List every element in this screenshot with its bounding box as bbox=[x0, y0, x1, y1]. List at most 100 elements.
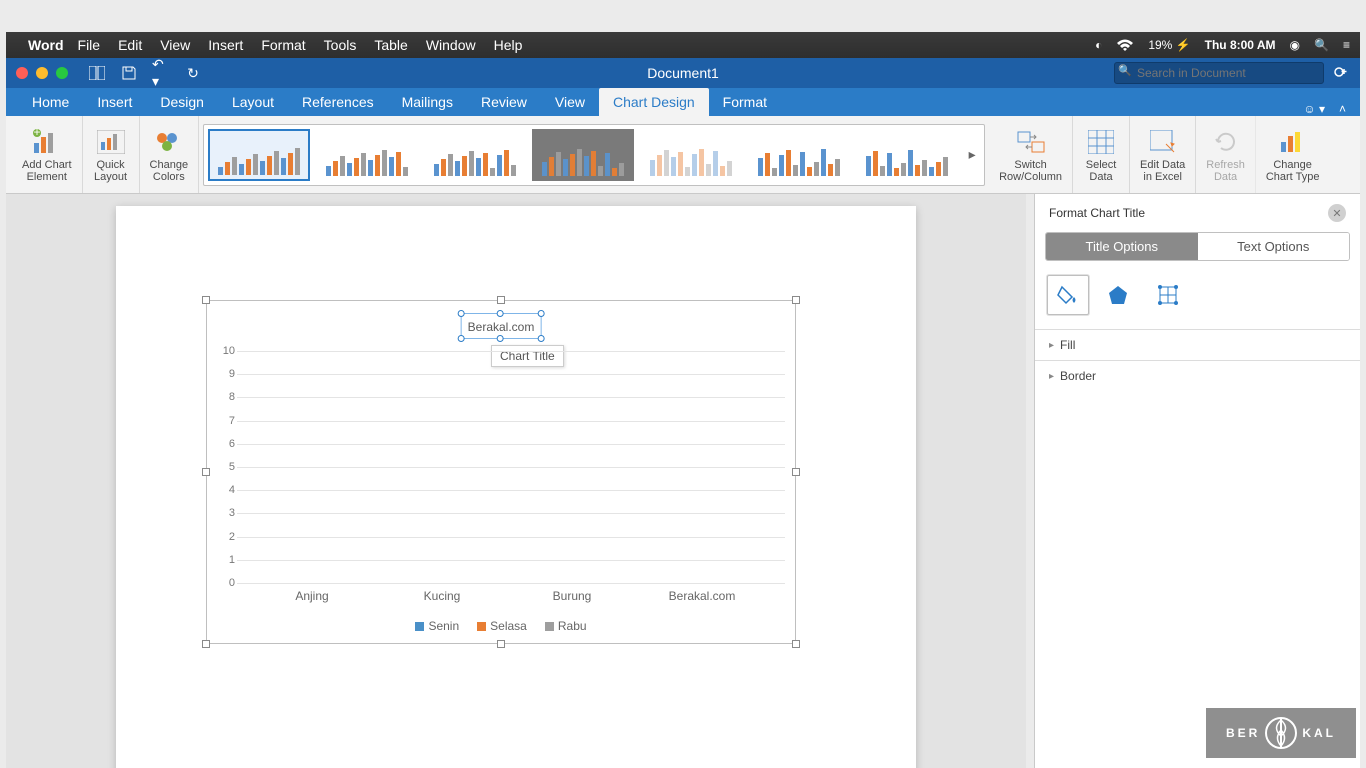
chart-style-thumb[interactable] bbox=[532, 129, 634, 181]
resize-handle-icon[interactable] bbox=[792, 640, 800, 648]
resize-handle-icon[interactable] bbox=[497, 640, 505, 648]
resize-handle-icon[interactable] bbox=[202, 468, 210, 476]
ribbon: + Add Chart Element Quick Layout Change … bbox=[6, 116, 1360, 194]
chart-style-thumb[interactable] bbox=[856, 129, 958, 181]
fill-line-icon[interactable] bbox=[1047, 275, 1089, 315]
tab-text-options[interactable]: Text Options bbox=[1198, 233, 1350, 260]
x-axis-label: Burung bbox=[517, 589, 627, 603]
effects-icon[interactable] bbox=[1097, 275, 1139, 315]
menu-help[interactable]: Help bbox=[494, 37, 523, 53]
tab-layout[interactable]: Layout bbox=[218, 88, 288, 116]
title-handle-icon[interactable] bbox=[537, 335, 544, 342]
title-handle-icon[interactable] bbox=[458, 310, 465, 317]
chart-style-thumb[interactable] bbox=[640, 129, 742, 181]
share-icon[interactable] bbox=[1330, 62, 1352, 84]
x-axis-label: Kucing bbox=[387, 589, 497, 603]
collapse-ribbon-icon[interactable]: ˄ bbox=[1339, 102, 1346, 116]
resize-handle-icon[interactable] bbox=[497, 296, 505, 304]
section-border[interactable]: Border bbox=[1035, 360, 1360, 391]
undo-icon[interactable]: ↶ ▾ bbox=[152, 64, 170, 82]
y-tick-label: 5 bbox=[229, 461, 235, 473]
size-properties-icon[interactable] bbox=[1147, 275, 1189, 315]
resize-handle-icon[interactable] bbox=[202, 296, 210, 304]
macos-menubar: Word File Edit View Insert Format Tools … bbox=[6, 32, 1360, 58]
change-colors-button[interactable]: Change Colors bbox=[140, 116, 200, 193]
y-axis: 012345678910 bbox=[215, 351, 235, 583]
tab-references[interactable]: References bbox=[288, 88, 388, 116]
tab-title-options[interactable]: Title Options bbox=[1046, 233, 1198, 260]
resize-handle-icon[interactable] bbox=[792, 468, 800, 476]
creative-cloud-icon[interactable]: ◐ bbox=[1095, 38, 1102, 52]
close-pane-icon[interactable]: ✕ bbox=[1328, 204, 1346, 222]
app-name[interactable]: Word bbox=[28, 37, 64, 53]
title-handle-icon[interactable] bbox=[537, 310, 544, 317]
title-handle-icon[interactable] bbox=[458, 335, 465, 342]
menu-edit[interactable]: Edit bbox=[118, 37, 142, 53]
notification-center-icon[interactable]: ≡ bbox=[1343, 38, 1350, 52]
title-handle-icon[interactable] bbox=[497, 310, 504, 317]
switch-row-column-button[interactable]: Switch Row/Column bbox=[989, 116, 1073, 193]
gridline bbox=[237, 583, 785, 584]
clock[interactable]: Thu 8:00 AM bbox=[1205, 38, 1276, 52]
resize-handle-icon[interactable] bbox=[202, 640, 210, 648]
minimize-window-button[interactable] bbox=[36, 67, 48, 79]
chart-style-thumb[interactable] bbox=[748, 129, 850, 181]
select-data-button[interactable]: Select Data bbox=[1073, 116, 1130, 193]
spotlight-icon[interactable]: 🔍 bbox=[1314, 38, 1329, 52]
save-icon[interactable] bbox=[120, 64, 138, 82]
tab-home[interactable]: Home bbox=[18, 88, 83, 116]
quick-layout-button[interactable]: Quick Layout bbox=[83, 116, 140, 193]
document-area[interactable]: Berakal.com Chart Title 012345678910 Anj… bbox=[6, 194, 1026, 768]
menu-table[interactable]: Table bbox=[374, 37, 407, 53]
tab-mailings[interactable]: Mailings bbox=[388, 88, 467, 116]
tab-insert[interactable]: Insert bbox=[83, 88, 146, 116]
chart-style-thumb[interactable] bbox=[424, 129, 526, 181]
menu-file[interactable]: File bbox=[78, 37, 101, 53]
y-tick-label: 8 bbox=[229, 391, 235, 403]
zoom-window-button[interactable] bbox=[56, 67, 68, 79]
legend-item[interactable]: Rabu bbox=[545, 619, 587, 633]
legend-item[interactable]: Senin bbox=[415, 619, 459, 633]
chart-title[interactable]: Berakal.com bbox=[461, 313, 542, 339]
menu-tools[interactable]: Tools bbox=[324, 37, 357, 53]
chart-plot-area[interactable]: 012345678910 AnjingKucingBurungBerakal.c… bbox=[237, 351, 785, 583]
chart-style-thumb[interactable] bbox=[316, 129, 418, 181]
menu-format[interactable]: Format bbox=[261, 37, 305, 53]
tab-format[interactable]: Format bbox=[709, 88, 781, 116]
menu-view[interactable]: View bbox=[160, 37, 190, 53]
add-chart-element-button[interactable]: + Add Chart Element bbox=[12, 116, 83, 193]
tab-design[interactable]: Design bbox=[146, 88, 218, 116]
wifi-icon[interactable] bbox=[1116, 39, 1134, 52]
chart-style-thumb[interactable] bbox=[208, 129, 310, 181]
y-tick-label: 0 bbox=[229, 577, 235, 589]
tab-chart-design[interactable]: Chart Design bbox=[599, 88, 709, 116]
change-chart-type-button[interactable]: Change Chart Type bbox=[1256, 116, 1330, 193]
battery-status: 19% ⚡ bbox=[1148, 38, 1190, 52]
tab-review[interactable]: Review bbox=[467, 88, 541, 116]
gridline bbox=[237, 397, 785, 398]
styles-more-icon[interactable]: ▸ bbox=[964, 146, 980, 163]
resize-handle-icon[interactable] bbox=[792, 296, 800, 304]
section-fill[interactable]: Fill bbox=[1035, 329, 1360, 360]
watermark: BER KAL bbox=[1206, 708, 1356, 758]
legend-item[interactable]: Selasa bbox=[477, 619, 527, 633]
y-tick-label: 9 bbox=[229, 368, 235, 380]
view-mode-icon[interactable] bbox=[88, 64, 106, 82]
search-input[interactable] bbox=[1114, 62, 1324, 84]
window-titlebar: ↶ ▾ ↻ Document1 bbox=[6, 58, 1360, 88]
menu-window[interactable]: Window bbox=[426, 37, 476, 53]
title-handle-icon[interactable] bbox=[497, 335, 504, 342]
menu-insert[interactable]: Insert bbox=[208, 37, 243, 53]
refresh-data-button[interactable]: Refresh Data bbox=[1196, 116, 1256, 193]
pane-title: Format Chart Title bbox=[1049, 206, 1145, 220]
chart-object[interactable]: Berakal.com Chart Title 012345678910 Anj… bbox=[206, 300, 796, 644]
siri-icon[interactable]: ◉ bbox=[1290, 38, 1300, 52]
gridline bbox=[237, 467, 785, 468]
close-window-button[interactable] bbox=[16, 67, 28, 79]
redo-icon[interactable]: ↻ bbox=[184, 64, 202, 82]
tab-view[interactable]: View bbox=[541, 88, 599, 116]
edit-data-excel-button[interactable]: Edit Data in Excel bbox=[1130, 116, 1196, 193]
y-tick-label: 1 bbox=[229, 554, 235, 566]
emoji-icon[interactable]: ☺ ▾ bbox=[1303, 102, 1325, 116]
chart-legend[interactable]: Senin Selasa Rabu bbox=[207, 619, 795, 633]
